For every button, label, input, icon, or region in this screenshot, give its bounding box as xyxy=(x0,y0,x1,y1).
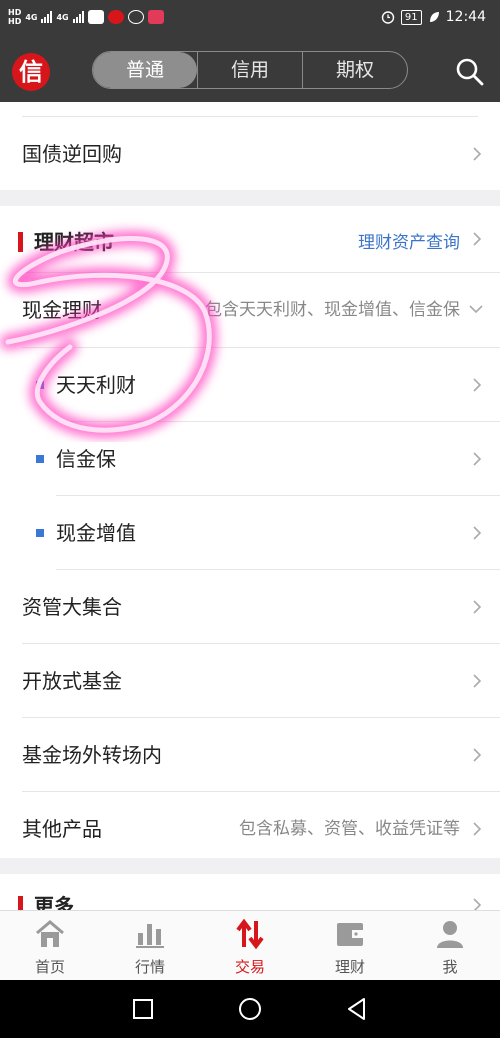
chevron-right-icon xyxy=(473,822,482,836)
row-label: 开放式基金 xyxy=(22,669,122,693)
network-type-1: 4G xyxy=(25,12,38,22)
repo-card: 国债逆回购 xyxy=(0,102,500,190)
app-notification-icon xyxy=(87,10,104,24)
section-marker xyxy=(18,896,23,910)
wealth-market-card: 理财超市 理财资产查询 现金理财 包含天天利财、现金增值、信金保 天天利财 信金… xyxy=(0,206,500,858)
chevron-right-icon xyxy=(473,600,482,614)
row-label: 国债逆回购 xyxy=(22,142,122,166)
recent-apps-icon[interactable] xyxy=(130,996,156,1022)
tab-me[interactable]: 我 xyxy=(400,911,500,980)
account-type-segmented-control: 普通 信用 期权 xyxy=(92,51,408,89)
segment-credit[interactable]: 信用 xyxy=(197,52,302,88)
chevron-right-icon xyxy=(473,147,482,161)
list-item-xinjinbao[interactable]: 信金保 xyxy=(0,422,500,496)
more-card: 更多 xyxy=(0,874,500,910)
list-item-asset-mgmt-collection[interactable]: 资管大集合 xyxy=(0,570,500,644)
status-left: HD HD 4G 4G xyxy=(8,8,164,26)
section-title: 理财超市 xyxy=(34,230,114,254)
bottom-tab-bar: 首页 行情 交易 理财 我 xyxy=(0,910,500,980)
tab-label: 行情 xyxy=(134,958,165,976)
person-icon xyxy=(437,921,463,948)
hd-indicator: HD HD xyxy=(8,8,22,26)
tab-label: 首页 xyxy=(34,958,65,976)
chevron-down-icon xyxy=(469,305,483,314)
alarm-icon xyxy=(381,11,395,24)
chevron-right-icon xyxy=(473,748,482,762)
system-navigation-bar xyxy=(0,980,500,1038)
chevron-right-icon[interactable] xyxy=(470,896,484,910)
row-label: 现金增值 xyxy=(56,521,136,545)
segment-options[interactable]: 期权 xyxy=(302,52,407,88)
chevron-right-icon xyxy=(473,378,482,392)
bullet-icon xyxy=(36,455,44,463)
segment-normal[interactable]: 普通 xyxy=(93,52,197,88)
back-icon[interactable] xyxy=(344,996,370,1022)
battery-level: 91 xyxy=(400,9,422,25)
list-item-other-products[interactable]: 其他产品 包含私募、资管、收益凭证等 xyxy=(0,792,500,866)
list-item-fund-transfer[interactable]: 基金场外转场内 xyxy=(0,718,500,792)
tab-label: 我 xyxy=(442,958,458,976)
trade-arrows-icon xyxy=(236,919,264,949)
row-label: 现金理财 xyxy=(22,298,102,322)
tab-label: 理财 xyxy=(334,958,365,976)
tab-label: 交易 xyxy=(234,958,265,976)
brand-logo: 信 xyxy=(12,53,50,91)
wealth-assets-query-link[interactable]: 理财资产查询 xyxy=(358,228,460,253)
tab-home[interactable]: 首页 xyxy=(0,911,100,980)
row-label: 信金保 xyxy=(56,447,116,471)
network-type-2: 4G xyxy=(56,12,69,22)
leaf-icon xyxy=(429,12,439,22)
search-icon[interactable] xyxy=(454,56,486,88)
more-section-title: 更多 xyxy=(34,894,74,910)
row-label: 天天利财 xyxy=(56,373,136,397)
tab-market[interactable]: 行情 xyxy=(100,911,200,980)
wallet-icon xyxy=(337,923,363,946)
clock-time: 12:44 xyxy=(445,9,486,25)
list-item-tiantian-licai[interactable]: 天天利财 xyxy=(0,348,500,422)
home-button-icon[interactable] xyxy=(237,996,263,1022)
row-label: 资管大集合 xyxy=(22,595,122,619)
tab-trade[interactable]: 交易 xyxy=(200,911,300,980)
list-item-cash-wealth[interactable]: 现金理财 包含天天利财、现金增值、信金保 xyxy=(0,273,500,347)
app-notification-icon xyxy=(107,10,124,24)
home-icon xyxy=(36,920,64,947)
app-notification-icon xyxy=(147,10,164,24)
list-item-treasury-repo[interactable]: 国债逆回购 xyxy=(0,117,500,191)
chevron-right-icon xyxy=(473,232,482,246)
chevron-right-icon xyxy=(473,674,482,688)
row-description: 包含天天利财、现金增值、信金保 xyxy=(205,300,460,320)
signal-icon xyxy=(41,11,53,23)
chevron-right-icon xyxy=(473,526,482,540)
section-marker xyxy=(18,232,23,252)
signal-icon xyxy=(72,11,84,23)
tab-wealth[interactable]: 理财 xyxy=(300,911,400,980)
chevron-right-icon xyxy=(473,452,482,466)
bullet-icon xyxy=(36,381,44,389)
app-header: 信 普通 信用 期权 xyxy=(0,38,500,102)
bullet-icon xyxy=(36,529,44,537)
status-right: 91 12:44 xyxy=(381,9,486,25)
bar-chart-icon xyxy=(136,924,164,948)
list-item-cash-increment[interactable]: 现金增值 xyxy=(0,496,500,570)
row-description: 包含私募、资管、收益凭证等 xyxy=(239,819,460,839)
row-label: 基金场外转场内 xyxy=(22,743,162,767)
row-label: 其他产品 xyxy=(22,817,102,841)
trade-menu-list: 国债逆回购 理财超市 理财资产查询 现金理财 包含天天利财、现金增值、信金保 天… xyxy=(0,102,500,910)
wechat-icon xyxy=(127,10,144,24)
status-bar: HD HD 4G 4G 91 12:44 xyxy=(0,0,500,38)
list-item-open-end-fund[interactable]: 开放式基金 xyxy=(0,644,500,718)
